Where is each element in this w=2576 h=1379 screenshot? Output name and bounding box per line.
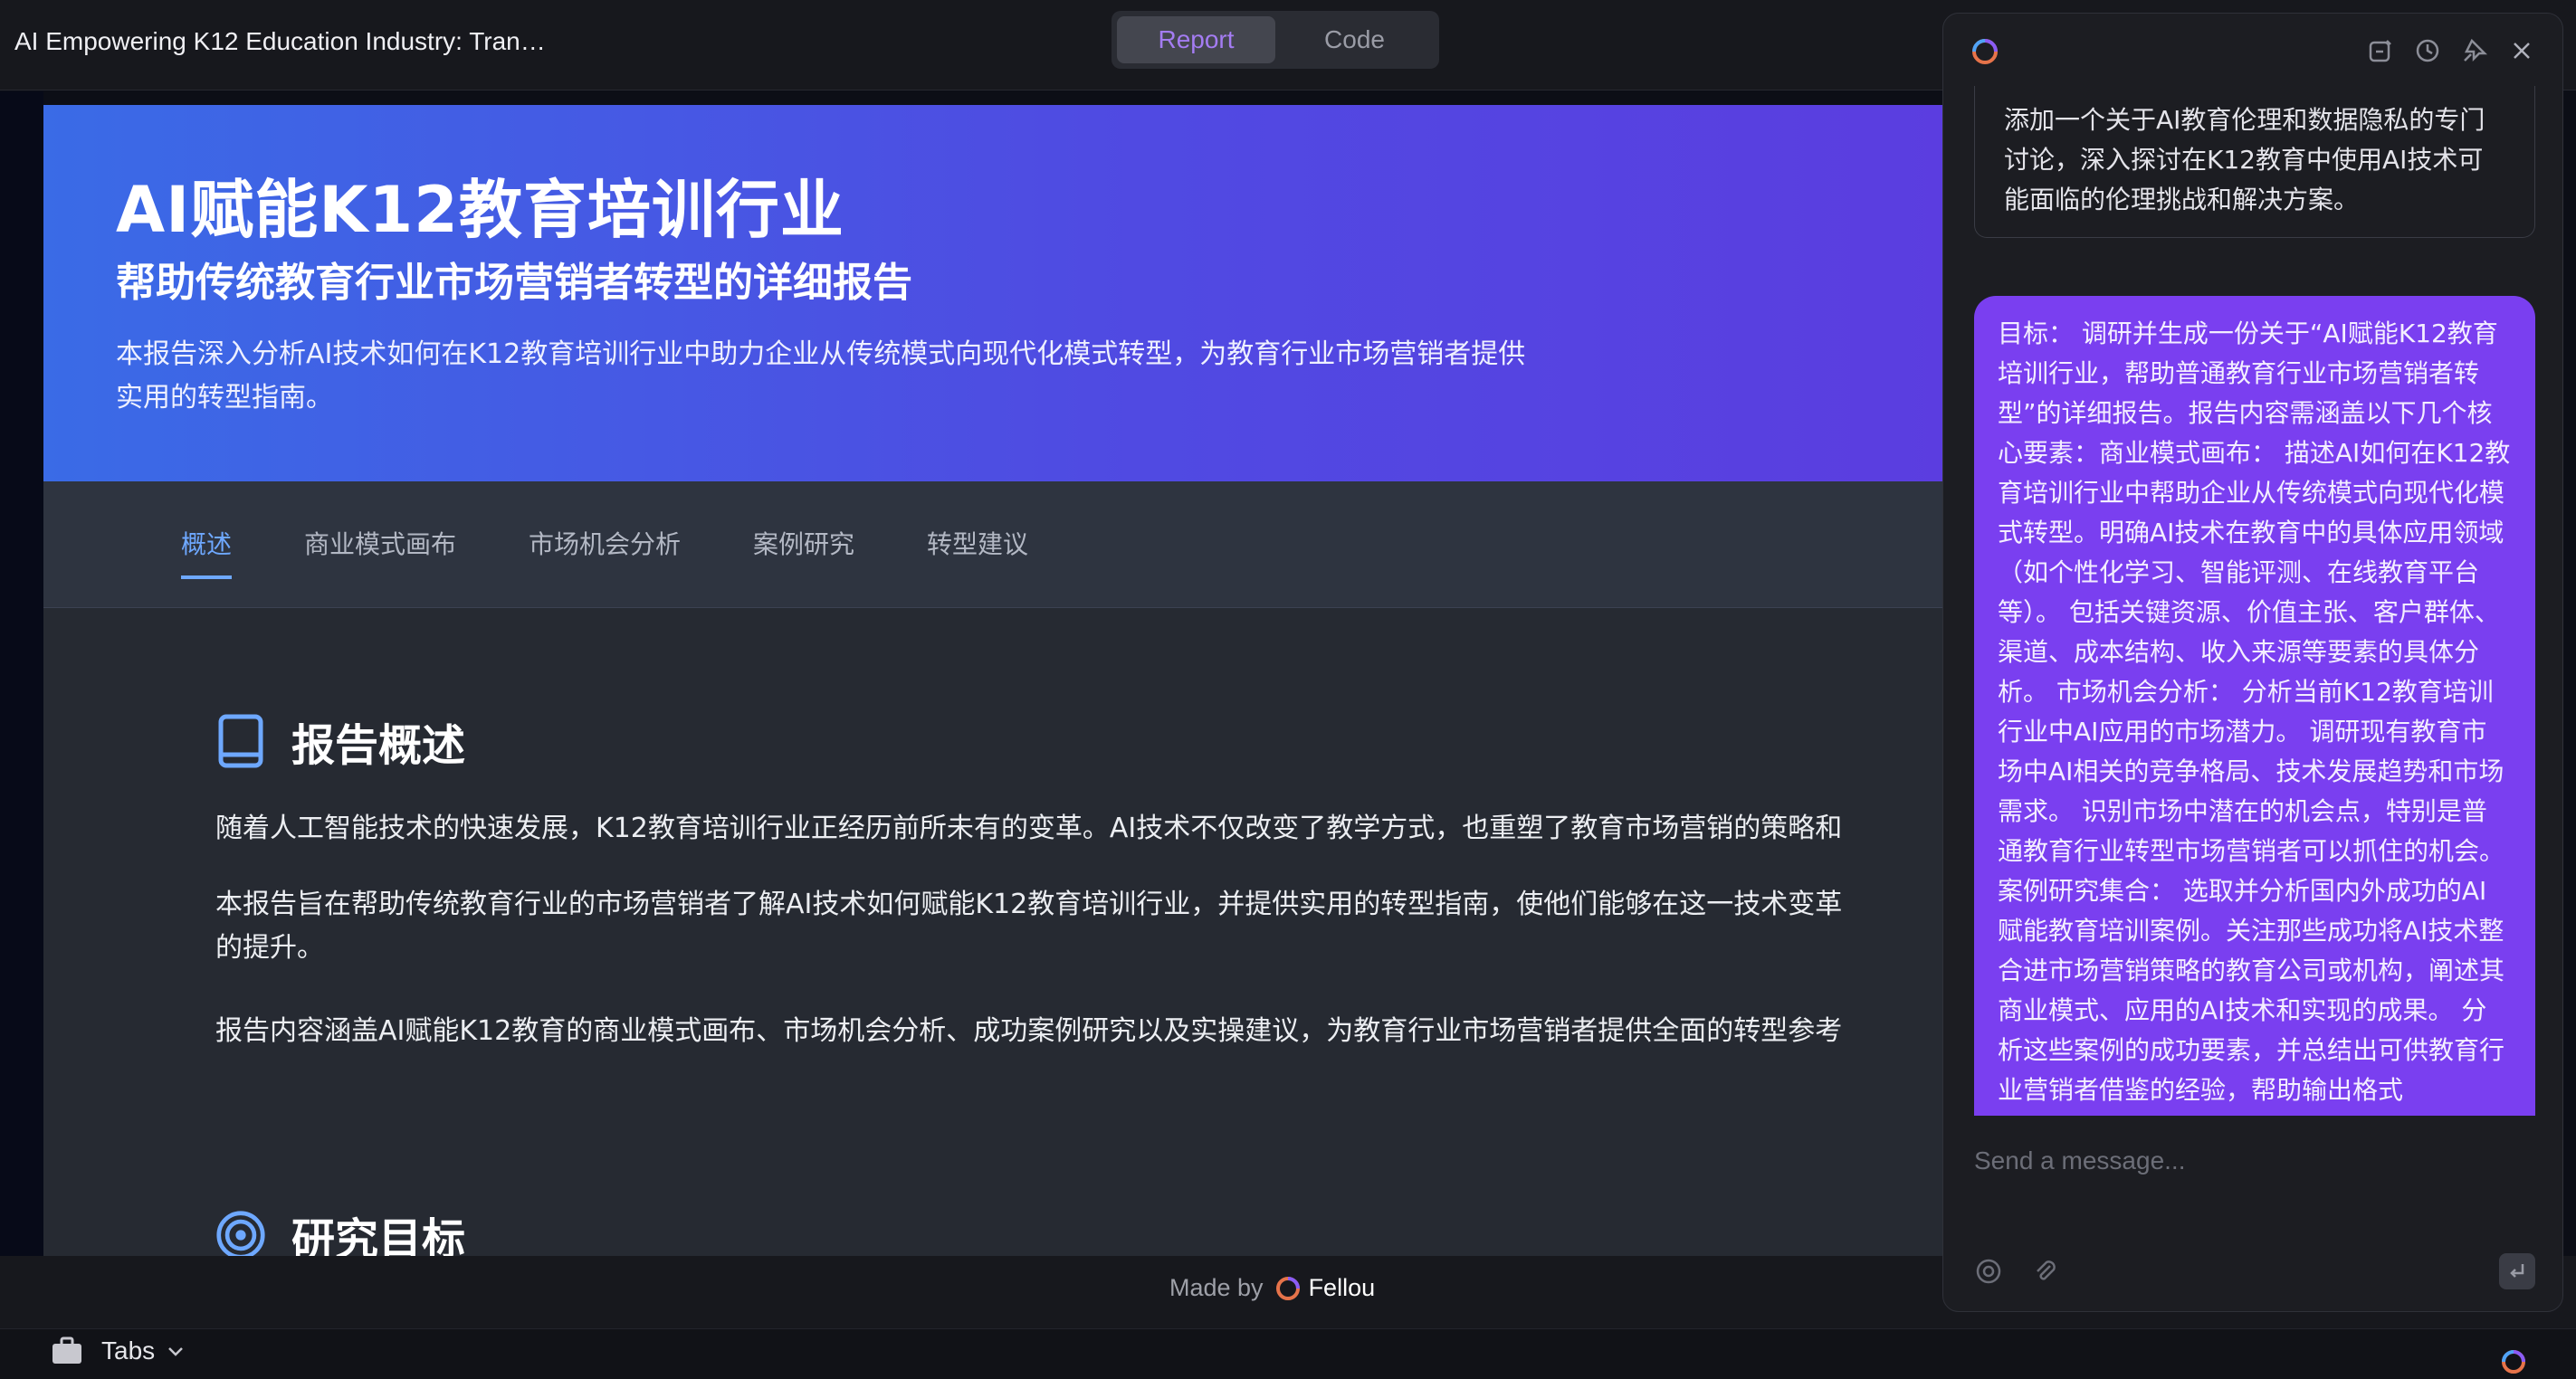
overview-heading: 报告概述 [291, 720, 466, 771]
tabs-dropdown-button[interactable]: Tabs [51, 1336, 186, 1365]
goals-section: 研究目标 [215, 1203, 1944, 1256]
book-icon [218, 714, 263, 768]
tab-overview[interactable]: 概述 [181, 525, 233, 579]
report-description: 本报告深入分析AI技术如何在K12教育培训行业中助力企业从传统模式向现代化模式转… [116, 338, 1526, 414]
send-icon [2510, 1264, 2524, 1278]
report-tabs: 概述 商业模式画布 市场机会分析 案例研究 转型建议 [43, 481, 1944, 608]
tabs-label: Tabs [101, 1336, 156, 1365]
previous-user-message: 添加一个关于AI教育伦理和数据隐私的专门讨论，深入探讨在K12教育中使用AI技术… [1974, 86, 2535, 238]
bottom-bar: Tabs [0, 1328, 2576, 1379]
target-icon [216, 1211, 265, 1256]
overview-paragraph: 本报告旨在帮助传统教育行业的市场营销者了解AI技术如何赋能K12教育培训行业，并… [215, 889, 1843, 920]
made-by-label: Made by [1169, 1274, 1264, 1301]
report-title: AI赋能K12教育培训行业 [116, 173, 844, 247]
user-message: 目标： 调研并生成一份关于“AI赋能K12教育培训行业，帮助普通教育行业市场营销… [1974, 296, 2535, 1116]
mention-icon[interactable] [1974, 1257, 2003, 1286]
fellou-logo-icon[interactable] [2500, 1348, 2527, 1375]
tab-business-model-canvas[interactable]: 商业模式画布 [304, 525, 456, 575]
fellou-logo-icon [1275, 1276, 1300, 1300]
tab-transformation-advice[interactable]: 转型建议 [927, 525, 1028, 575]
message-input[interactable]: Send a message... [1974, 1146, 2535, 1175]
overview-section: 报告概述 随着人工智能技术的快速发展，K12教育培训行业正经历前所未有的变革。A… [215, 709, 1944, 1053]
overview-paragraph: 的提升。 [215, 932, 324, 964]
overview-paragraph: 随着人工智能技术的快速发展，K12教育培训行业正经历前所未有的变革。AI技术不仅… [215, 813, 1843, 844]
chevron-down-icon [168, 1347, 184, 1356]
chat-header [1943, 14, 2562, 86]
pin-icon[interactable] [2461, 37, 2488, 64]
document-title: AI Empowering K12 Education Industry: Tr… [14, 27, 546, 55]
chat-panel: 添加一个关于AI教育伦理和数据隐私的专门讨论，深入探讨在K12教育中使用AI技术… [1942, 13, 2563, 1312]
history-icon[interactable] [2414, 37, 2441, 64]
briefcase-icon [52, 1336, 81, 1364]
view-switcher: Report Code [1111, 11, 1439, 69]
new-chat-icon[interactable] [2367, 37, 2394, 64]
close-icon[interactable] [2508, 37, 2535, 64]
fellou-brand-link[interactable]: Fellou [1309, 1274, 1376, 1302]
left-gutter [0, 91, 43, 1256]
overview-paragraph: 报告内容涵盖AI赋能K12教育的商业模式画布、市场机会分析、成功案例研究以及实操… [215, 1015, 1843, 1047]
report-view[interactable]: AI赋能K12教育培训行业 帮助传统教育行业市场营销者转型的详细报告 本报告深入… [43, 105, 1944, 1256]
attach-icon[interactable] [2030, 1257, 2059, 1286]
code-tab-button[interactable]: Code [1275, 16, 1434, 63]
report-tab-button[interactable]: Report [1117, 16, 1275, 63]
tab-case-study[interactable]: 案例研究 [753, 525, 854, 575]
fellou-logo-icon [1972, 39, 1998, 64]
report-hero: AI赋能K12教育培训行业 帮助传统教育行业市场营销者转型的详细报告 本报告深入… [43, 105, 1944, 481]
tab-market-opportunity[interactable]: 市场机会分析 [529, 525, 681, 575]
report-subtitle: 帮助传统教育行业市场营销者转型的详细报告 [116, 260, 912, 306]
goals-heading: 研究目标 [291, 1214, 466, 1256]
send-button[interactable] [2499, 1253, 2535, 1289]
